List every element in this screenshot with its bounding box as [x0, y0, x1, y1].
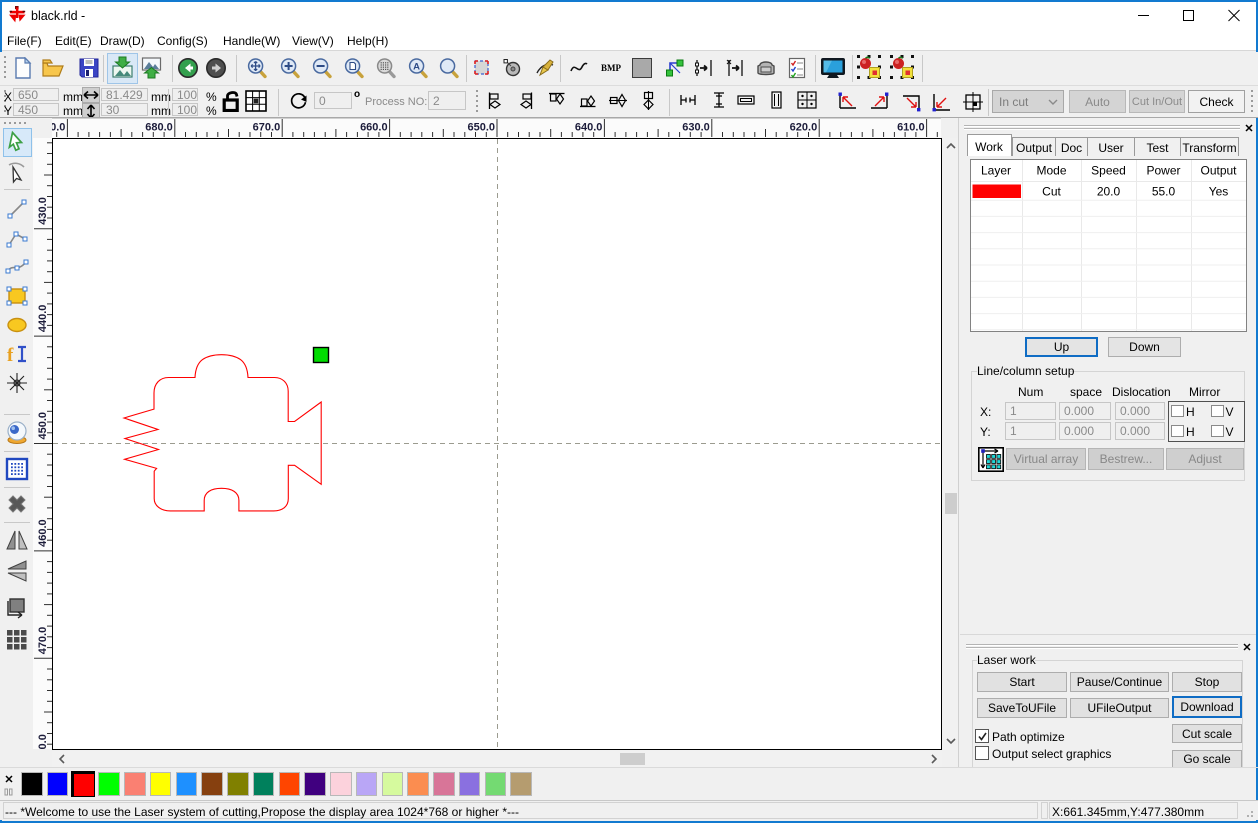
svg-text:20.0: 20.0 — [1097, 185, 1121, 199]
svg-text:Output: Output — [1200, 164, 1237, 178]
svg-text:430.0: 430.0 — [37, 197, 49, 225]
svg-text:Yes: Yes — [1209, 185, 1229, 199]
svg-text:460.0: 460.0 — [37, 519, 49, 547]
svg-text:670.0: 670.0 — [253, 122, 281, 134]
svg-text:Layer: Layer — [981, 164, 1011, 178]
svg-text:55.0: 55.0 — [1152, 185, 1176, 199]
svg-text:660.0: 660.0 — [360, 122, 388, 134]
svg-text:650.0: 650.0 — [467, 122, 495, 134]
svg-text:690.0: 690.0 — [52, 122, 65, 134]
svg-text:A: A — [413, 62, 420, 73]
svg-text:Cut: Cut — [1042, 185, 1061, 199]
svg-text:480.0: 480.0 — [37, 734, 49, 749]
svg-text:620.0: 620.0 — [790, 122, 818, 134]
svg-text:450.0: 450.0 — [37, 412, 49, 440]
svg-text:Power: Power — [1146, 164, 1180, 178]
svg-text:630.0: 630.0 — [682, 122, 710, 134]
svg-text:610.0: 610.0 — [897, 122, 925, 134]
svg-text:440.0: 440.0 — [37, 305, 49, 333]
svg-text:680.0: 680.0 — [145, 122, 173, 134]
svg-text:Mode: Mode — [1036, 164, 1066, 178]
svg-text:470.0: 470.0 — [37, 627, 49, 655]
svg-text:Speed: Speed — [1091, 164, 1126, 178]
svg-text:f: f — [7, 345, 14, 366]
svg-text:640.0: 640.0 — [575, 122, 603, 134]
